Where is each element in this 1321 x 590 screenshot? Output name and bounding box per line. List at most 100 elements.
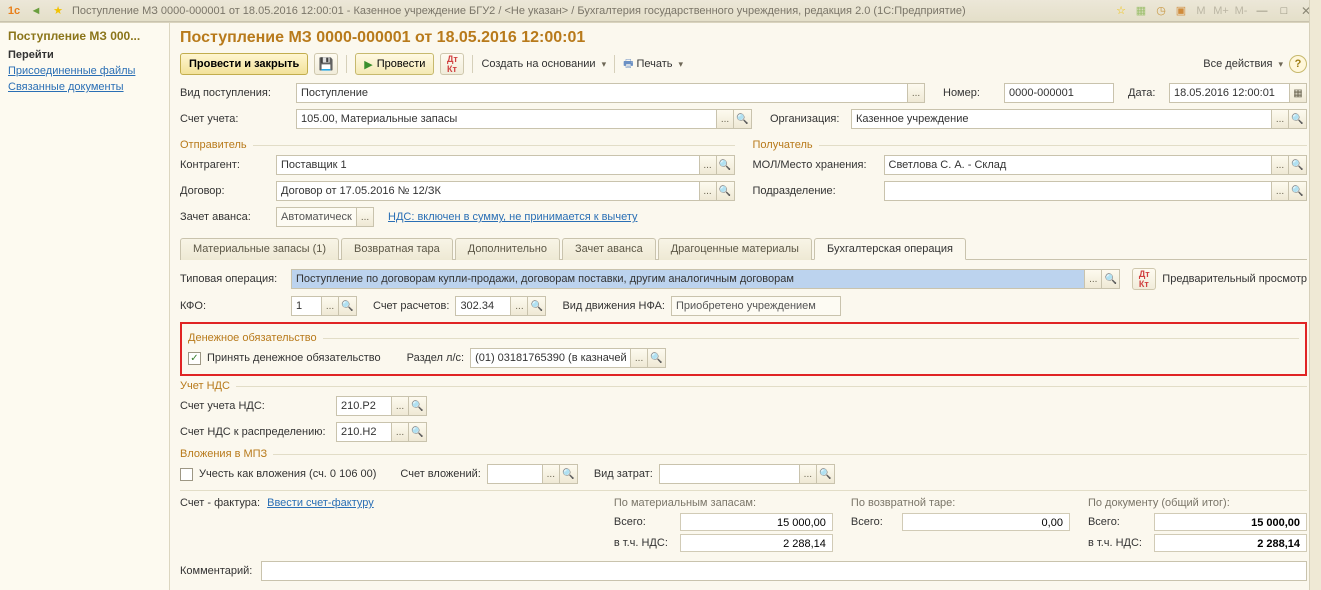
- tab-tare[interactable]: Возвратная тара: [341, 238, 453, 260]
- nds-acct-select-button[interactable]: ...: [391, 396, 409, 416]
- inv-acct-search-button[interactable]: 🔍: [560, 464, 578, 484]
- all-actions-dropdown[interactable]: Все действия: [1203, 58, 1283, 70]
- favorite-icon[interactable]: ★: [50, 3, 66, 19]
- type-op-input[interactable]: [291, 269, 1084, 289]
- dept-select-button[interactable]: ...: [1271, 181, 1289, 201]
- settle-select-button[interactable]: ...: [510, 296, 528, 316]
- save-icon-button[interactable]: 💾: [314, 53, 338, 75]
- side-panel-title: Поступление МЗ 000...: [8, 29, 161, 43]
- date-label: Дата:: [1128, 87, 1163, 99]
- dept-search-button[interactable]: 🔍: [1289, 181, 1307, 201]
- star-icon[interactable]: ☆: [1113, 3, 1129, 19]
- org-search-button[interactable]: 🔍: [1289, 109, 1307, 129]
- type-op-search-button[interactable]: 🔍: [1102, 269, 1120, 289]
- vertical-scrollbar[interactable]: [1309, 0, 1321, 590]
- counterparty-search-button[interactable]: 🔍: [717, 155, 735, 175]
- print-dropdown[interactable]: 🖶Печать: [623, 55, 683, 74]
- maximize-button[interactable]: □: [1275, 3, 1293, 19]
- org-input[interactable]: [851, 109, 1271, 129]
- org-select-button[interactable]: ...: [1271, 109, 1289, 129]
- kfo-select-button[interactable]: ...: [321, 296, 339, 316]
- preview-label[interactable]: Предварительный просмотр: [1162, 273, 1307, 285]
- dk-icon-button[interactable]: ДтКт: [440, 53, 464, 75]
- comment-input[interactable]: [261, 561, 1307, 581]
- ls-input[interactable]: [470, 348, 630, 368]
- side-link-related[interactable]: Связанные документы: [8, 79, 161, 95]
- avans-label: Зачет аванса:: [180, 211, 270, 223]
- contract-search-button[interactable]: 🔍: [717, 181, 735, 201]
- cost-input[interactable]: [659, 464, 799, 484]
- nds-section-label: Учет НДС: [180, 380, 230, 392]
- nds-acct-search-button[interactable]: 🔍: [409, 396, 427, 416]
- grid-icon[interactable]: ▦: [1133, 3, 1149, 19]
- dept-label: Подразделение:: [753, 185, 878, 197]
- tab-materials[interactable]: Материальные запасы (1): [180, 238, 339, 260]
- cost-select-button[interactable]: ...: [799, 464, 817, 484]
- vid-select-button[interactable]: ...: [907, 83, 925, 103]
- contract-select-button[interactable]: ...: [699, 181, 717, 201]
- cost-search-button[interactable]: 🔍: [817, 464, 835, 484]
- calc-icon[interactable]: M: [1193, 3, 1209, 19]
- post-and-close-button[interactable]: Провести и закрыть: [180, 53, 308, 75]
- create-based-dropdown[interactable]: Создать на основании: [481, 58, 606, 70]
- num-input[interactable]: [1004, 83, 1114, 103]
- date-calendar-button[interactable]: ▦: [1289, 83, 1307, 103]
- back-icon[interactable]: ◄: [28, 3, 44, 19]
- acct-search-button[interactable]: 🔍: [734, 109, 752, 129]
- calendar-icon[interactable]: ▣: [1173, 3, 1189, 19]
- nds-mode-link[interactable]: НДС: включен в сумму, не принимается к в…: [388, 211, 637, 223]
- nds-acct-input[interactable]: [336, 396, 391, 416]
- tab-precious[interactable]: Драгоценные материалы: [658, 238, 812, 260]
- inv-acct-input[interactable]: [487, 464, 542, 484]
- avans-select-button[interactable]: ...: [356, 207, 374, 227]
- contract-input[interactable]: [276, 181, 699, 201]
- ls-select-button[interactable]: ...: [630, 348, 648, 368]
- tab-accounting-body: Типовая операция: ... 🔍 ДтКт Предварител…: [180, 260, 1307, 484]
- side-link-files[interactable]: Присоединенные файлы: [8, 63, 161, 79]
- ls-search-button[interactable]: 🔍: [648, 348, 666, 368]
- post-button[interactable]: ▶Провести: [355, 53, 434, 75]
- storage-search-button[interactable]: 🔍: [1289, 155, 1307, 175]
- storage-label: МОЛ/Место хранения:: [753, 159, 878, 171]
- acct-input[interactable]: [296, 109, 716, 129]
- type-op-select-button[interactable]: ...: [1084, 269, 1102, 289]
- nds-distr-input[interactable]: [336, 422, 391, 442]
- m-minus-icon[interactable]: M-: [1233, 3, 1249, 19]
- mpz-checkbox[interactable]: [180, 468, 193, 481]
- clock-icon[interactable]: ◷: [1153, 3, 1169, 19]
- help-button[interactable]: ?: [1289, 55, 1307, 73]
- tare-total-label: По возвратной таре:: [851, 497, 1070, 509]
- storage-input[interactable]: [884, 155, 1272, 175]
- sender-section-label: Отправитель: [180, 139, 247, 151]
- nds-distr-label: Счет НДС к распределению:: [180, 426, 330, 438]
- nds-distr-select-button[interactable]: ...: [391, 422, 409, 442]
- kfo-input[interactable]: [291, 296, 321, 316]
- accept-obligation-label: Принять денежное обязательство: [207, 352, 381, 364]
- money-section-label: Денежное обязательство: [188, 332, 317, 344]
- tab-accounting[interactable]: Бухгалтерская операция: [814, 238, 966, 260]
- kfo-search-button[interactable]: 🔍: [339, 296, 357, 316]
- dk-preview-icon[interactable]: ДтКт: [1132, 268, 1156, 290]
- settle-search-button[interactable]: 🔍: [528, 296, 546, 316]
- window-title: Поступление МЗ 0000-000001 от 18.05.2016…: [72, 5, 966, 17]
- settle-input[interactable]: [455, 296, 510, 316]
- ls-label: Раздел л/с:: [407, 352, 464, 364]
- mat-nds-value: 2 288,14: [680, 534, 833, 552]
- nds-distr-search-button[interactable]: 🔍: [409, 422, 427, 442]
- counterparty-input[interactable]: [276, 155, 699, 175]
- minimize-button[interactable]: —: [1253, 3, 1271, 19]
- acct-select-button[interactable]: ...: [716, 109, 734, 129]
- invoice-enter-link[interactable]: Ввести счет-фактуру: [267, 497, 374, 509]
- accept-obligation-checkbox[interactable]: ✓: [188, 352, 201, 365]
- date-input[interactable]: [1169, 83, 1289, 103]
- tab-avans[interactable]: Зачет аванса: [562, 238, 656, 260]
- tab-extra[interactable]: Дополнительно: [455, 238, 560, 260]
- inv-acct-select-button[interactable]: ...: [542, 464, 560, 484]
- avans-input[interactable]: [276, 207, 356, 227]
- storage-select-button[interactable]: ...: [1271, 155, 1289, 175]
- m-plus-icon[interactable]: M+: [1213, 3, 1229, 19]
- counterparty-select-button[interactable]: ...: [699, 155, 717, 175]
- dept-input[interactable]: [884, 181, 1272, 201]
- toolbar: Провести и закрыть 💾 ▶Провести ДтКт Созд…: [180, 53, 1307, 75]
- vid-input[interactable]: [296, 83, 907, 103]
